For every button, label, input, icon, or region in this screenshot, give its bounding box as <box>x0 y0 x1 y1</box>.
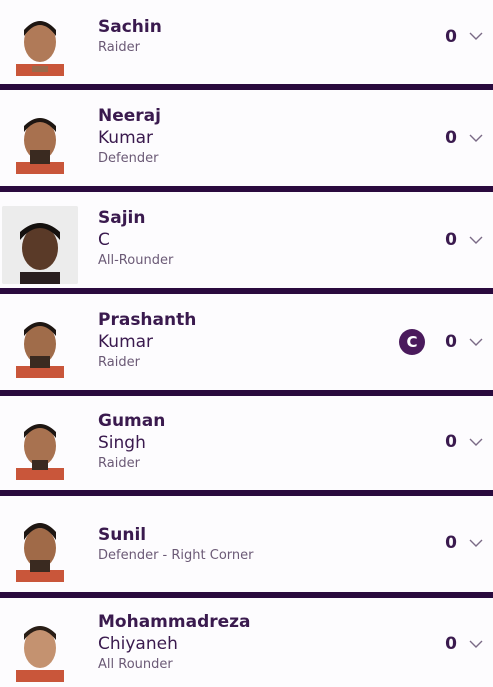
player-photo <box>8 104 72 174</box>
player-list: Sachin Raider 0 Neeraj Kumar Defender 0 <box>0 0 493 687</box>
player-last-name: Chiyaneh <box>98 634 178 654</box>
player-row[interactable]: Sajin C All-Rounder 0 <box>0 192 493 288</box>
player-role: All-Rounder <box>98 253 174 268</box>
player-role: Raider <box>98 456 140 471</box>
player-row[interactable]: Sachin Raider 0 <box>0 0 493 84</box>
chevron-down-icon[interactable] <box>469 235 483 245</box>
chevron-down-icon[interactable] <box>469 337 483 347</box>
chevron-down-icon[interactable] <box>469 639 483 649</box>
chevron-down-icon[interactable] <box>469 133 483 143</box>
player-last-name: Kumar <box>98 332 154 352</box>
player-first-name: Guman <box>98 411 166 431</box>
player-points: 0 <box>445 128 457 148</box>
player-role: Defender <box>98 151 159 166</box>
player-role: Raider <box>98 40 140 55</box>
player-points: 0 <box>445 634 457 654</box>
player-photo <box>8 6 72 76</box>
player-last-name: C <box>98 230 110 250</box>
player-points: 0 <box>445 27 457 47</box>
player-photo <box>2 206 78 284</box>
player-role: All Rounder <box>98 657 173 672</box>
player-points: 0 <box>445 332 457 352</box>
player-first-name: Sajin <box>98 208 146 228</box>
player-role: Raider <box>98 355 140 370</box>
captain-badge: C <box>399 329 425 355</box>
player-points: 0 <box>445 230 457 250</box>
player-photo <box>8 308 72 378</box>
player-first-name: Neeraj <box>98 106 161 126</box>
player-row[interactable]: Mohammadreza Chiyaneh All Rounder 0 <box>0 598 493 687</box>
player-row[interactable]: Prashanth Kumar Raider C 0 <box>0 294 493 390</box>
player-role: Defender - Right Corner <box>98 548 254 563</box>
player-last-name: Singh <box>98 433 146 453</box>
player-first-name: Prashanth <box>98 310 197 330</box>
player-photo <box>8 410 72 480</box>
player-first-name: Sachin <box>98 17 162 37</box>
chevron-down-icon[interactable] <box>469 31 483 41</box>
player-last-name: Kumar <box>98 128 154 148</box>
player-photo <box>8 512 72 582</box>
player-row[interactable]: Neeraj Kumar Defender 0 <box>0 90 493 186</box>
player-first-name: Mohammadreza <box>98 612 251 632</box>
player-row[interactable]: Sunil Defender - Right Corner 0 <box>0 496 493 592</box>
player-first-name: Sunil <box>98 525 147 545</box>
chevron-down-icon[interactable] <box>469 538 483 548</box>
chevron-down-icon[interactable] <box>469 437 483 447</box>
player-points: 0 <box>445 432 457 452</box>
player-points: 0 <box>445 533 457 553</box>
player-photo <box>8 612 72 682</box>
player-row[interactable]: Guman Singh Raider 0 <box>0 396 493 490</box>
